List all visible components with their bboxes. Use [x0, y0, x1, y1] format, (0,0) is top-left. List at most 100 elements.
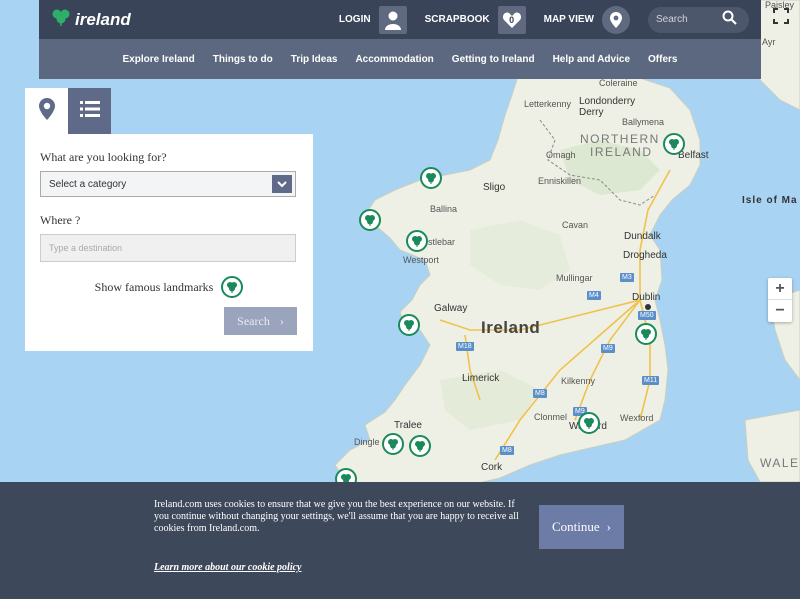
- scrapbook-label: SCRAPBOOK: [424, 14, 490, 25]
- category-value: Select a category: [49, 178, 127, 190]
- nav-offers[interactable]: Offers: [648, 54, 677, 65]
- place-label: Londonderry: [579, 96, 636, 107]
- nav-things-to-do[interactable]: Things to do: [213, 54, 273, 65]
- cookie-policy-link[interactable]: Learn more about our cookie policy: [154, 562, 302, 573]
- shamrock-pin-icon[interactable]: [663, 133, 685, 155]
- place-label: Ayr: [762, 37, 776, 47]
- shamrock-icon[interactable]: [221, 276, 244, 298]
- place-label: Limerick: [462, 373, 500, 384]
- road-shield: M11: [642, 376, 660, 385]
- place-label: Galway: [434, 303, 468, 314]
- place-label: Dundalk: [624, 231, 661, 242]
- place-label: stlebar: [428, 237, 456, 247]
- place-label: Mullingar: [556, 273, 593, 283]
- place-label: Ireland: [481, 318, 541, 337]
- category-select[interactable]: Select a category: [40, 171, 296, 197]
- login-button[interactable]: LOGIN: [338, 5, 407, 34]
- place-label: Cork: [481, 462, 503, 473]
- map-view-button[interactable]: MAP VIEW: [543, 5, 630, 34]
- heart-icon: 0: [497, 5, 526, 34]
- road-shield: M8: [500, 446, 514, 455]
- shamrock-pin-icon[interactable]: [382, 433, 404, 455]
- place-label: Drogheda: [623, 250, 667, 261]
- shamrock-logo-icon: [51, 8, 71, 31]
- tab-map-view[interactable]: [25, 88, 68, 134]
- place-label: Wexford: [620, 413, 654, 423]
- place-label: Ballymena: [622, 117, 665, 127]
- place-label: Kilkenny: [561, 376, 596, 386]
- cookie-text: Ireland.com uses cookies to ensure that …: [154, 499, 519, 534]
- nav-accommodation[interactable]: Accommodation: [355, 54, 433, 65]
- zoom-control: + −: [768, 278, 792, 322]
- search-box[interactable]: [648, 6, 749, 33]
- search-button-label: Search: [237, 313, 270, 328]
- main-nav: Explore Ireland Things to do Trip Ideas …: [39, 39, 761, 79]
- nav-explore-ireland[interactable]: Explore Ireland: [123, 54, 195, 65]
- place-label: Clonmel: [534, 412, 568, 422]
- chevron-right-icon: ›: [279, 313, 284, 328]
- road-shield: M50: [638, 311, 656, 320]
- shamrock-pin-icon[interactable]: [409, 435, 431, 457]
- cookie-banner: Ireland.com uses cookies to ensure that …: [0, 482, 800, 599]
- place-label: Derry: [579, 107, 604, 118]
- place-label: Westport: [403, 255, 439, 265]
- fullscreen-icon: [773, 7, 789, 29]
- logo-text: ireland: [75, 9, 131, 29]
- place-label: Dingle: [354, 437, 380, 447]
- place-label: Ballina: [430, 204, 458, 214]
- search-icon[interactable]: [722, 10, 737, 30]
- shamrock-pin-icon[interactable]: [578, 412, 600, 434]
- place-label: IRELAND: [590, 145, 653, 159]
- scrapbook-button[interactable]: SCRAPBOOK 0: [424, 5, 526, 34]
- user-icon: [378, 5, 407, 34]
- nav-getting-to-ireland[interactable]: Getting to Ireland: [452, 54, 535, 65]
- continue-button[interactable]: Continue ›: [539, 505, 624, 549]
- chevron-down-icon[interactable]: [272, 175, 292, 193]
- landmarks-label: Show famous landmarks: [94, 279, 214, 294]
- place-label: Belfast: [678, 150, 709, 161]
- place-label: Dublin: [632, 292, 661, 303]
- place-label: Cavan: [562, 220, 589, 230]
- map-view-label: MAP VIEW: [543, 14, 594, 25]
- zoom-out-button[interactable]: −: [768, 300, 792, 322]
- place-label: Isle of Ma: [742, 195, 798, 206]
- continue-label: Continue: [551, 519, 600, 534]
- chevron-right-icon: ›: [606, 519, 611, 534]
- shamrock-pin-icon[interactable]: [398, 314, 420, 336]
- destination-input[interactable]: Type a destination: [40, 234, 296, 262]
- search-input[interactable]: [656, 14, 722, 25]
- nav-help-and-advice[interactable]: Help and Advice: [553, 54, 630, 65]
- panel-search-button[interactable]: Search ›: [224, 307, 297, 335]
- search-panel: What are you looking for? Select a categ…: [25, 134, 313, 351]
- nav-trip-ideas[interactable]: Trip Ideas: [291, 54, 338, 65]
- place-label: Coleraine: [599, 78, 638, 88]
- place-label: Enniskillen: [538, 176, 582, 186]
- shamrock-pin-icon[interactable]: [406, 230, 428, 252]
- road-shield: M3: [620, 273, 634, 282]
- shamrock-pin-icon[interactable]: [420, 167, 442, 189]
- where-label: Where ?: [40, 213, 81, 227]
- place-label: WALE: [760, 456, 800, 470]
- place-label: Letterkenny: [524, 99, 572, 109]
- road-shield: M4: [587, 291, 601, 300]
- fullscreen-button[interactable]: [767, 4, 795, 32]
- looking-for-label: What are you looking for?: [40, 150, 167, 164]
- road-shield: M18: [456, 342, 474, 351]
- map-pin-icon: [38, 97, 55, 125]
- zoom-in-button[interactable]: +: [768, 278, 792, 300]
- show-landmarks-toggle[interactable]: Show famous landmarks: [40, 276, 298, 298]
- login-label: LOGIN: [338, 14, 371, 25]
- shamrock-pin-icon[interactable]: [635, 323, 657, 345]
- place-label: Sligo: [483, 182, 506, 193]
- tab-list-view[interactable]: [68, 88, 111, 134]
- place-label: Omagh: [546, 150, 576, 160]
- road-shield: M8: [533, 389, 547, 398]
- list-icon: [79, 100, 100, 122]
- scrapbook-count: 0: [509, 14, 515, 25]
- site-logo[interactable]: ireland: [51, 8, 131, 31]
- road-shield: M9: [601, 344, 615, 353]
- top-header: ireland LOGIN SCRAPBOOK 0 MAP VIEW: [39, 0, 761, 39]
- place-label: Tralee: [394, 420, 422, 431]
- shamrock-pin-icon[interactable]: [359, 209, 381, 231]
- map-pin-icon: [602, 5, 630, 34]
